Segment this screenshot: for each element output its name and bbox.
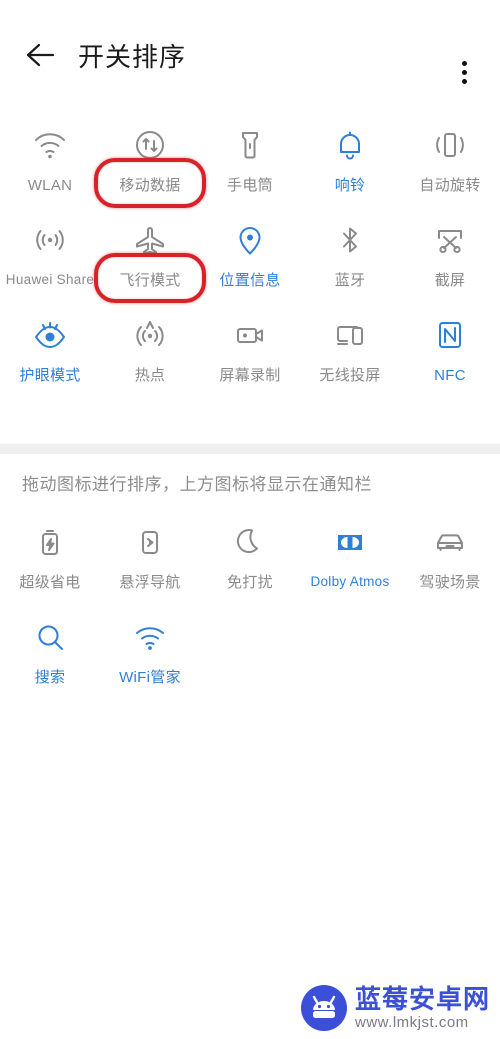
switch-item[interactable]: WiFi管家	[100, 610, 200, 705]
switch-item[interactable]: 无线投屏	[300, 308, 400, 403]
switch-label: 热点	[134, 367, 166, 384]
more-vertical-icon	[461, 60, 467, 84]
switch-label: 自动旋转	[419, 177, 481, 194]
battery-saver-icon	[30, 519, 70, 565]
switch-label: 无线投屏	[319, 367, 381, 384]
switch-label: 蓝牙	[334, 272, 366, 289]
screenshot-icon	[430, 217, 470, 263]
switch-label: 超级省电	[19, 574, 81, 591]
auto-rotate-icon	[430, 122, 470, 168]
wifi-icon	[30, 122, 70, 168]
switch-item[interactable]: 屏幕录制	[200, 308, 300, 403]
switch-item[interactable]: 截屏	[400, 213, 500, 308]
switch-item[interactable]: 免打扰	[200, 515, 300, 610]
eye-comfort-icon	[30, 312, 70, 358]
switch-item[interactable]: 响铃	[300, 118, 400, 213]
switch-label: 悬浮导航	[119, 574, 181, 591]
nfc-icon	[430, 312, 470, 358]
android-robot-icon	[300, 985, 347, 1031]
bluetooth-icon	[330, 217, 370, 263]
watermark-url: www.lmkjst.com	[354, 1014, 469, 1031]
section-divider	[0, 443, 500, 454]
more-options-button[interactable]	[442, 50, 486, 94]
switch-item[interactable]: 移动数据	[94, 118, 206, 213]
watermark: 蓝莓安卓网 www.lmkjst.com	[300, 984, 490, 1031]
screen-record-icon	[230, 312, 270, 358]
huawei-share-icon	[30, 217, 70, 263]
switch-label: 搜索	[34, 669, 66, 686]
switch-label: 响铃	[334, 177, 366, 194]
hint-text: 拖动图标进行排序，上方图标将显示在通知栏	[22, 475, 372, 494]
switch-label: 飞行模式	[119, 272, 181, 289]
switch-item[interactable]: Huawei Share	[0, 213, 100, 308]
switch-label: 截屏	[434, 272, 466, 289]
app-bar: 开关排序	[0, 0, 500, 110]
page-title: 开关排序	[78, 41, 187, 72]
switch-item[interactable]: NFC	[400, 308, 500, 403]
switch-label: Huawei Share	[5, 272, 95, 287]
switch-label: 免打扰	[227, 574, 273, 591]
switch-label: 护眼模式	[19, 367, 81, 384]
dolby-icon	[330, 519, 370, 565]
switch-item[interactable]: 驾驶场景	[400, 515, 500, 610]
switch-item[interactable]: 超级省电	[0, 515, 100, 610]
switch-label: 驾驶场景	[419, 574, 481, 591]
bell-icon	[330, 122, 370, 168]
switch-item[interactable]: 飞行模式	[94, 213, 206, 308]
switch-item[interactable]: 位置信息	[200, 213, 300, 308]
car-icon	[430, 519, 470, 565]
switch-label: 移动数据	[119, 177, 181, 194]
notification-switch-grid: WLAN 移动数据 手电筒 响铃 自动旋转 Huawei Share 飞行模式 …	[0, 118, 500, 403]
switch-label: Dolby Atmos	[310, 574, 390, 589]
switch-label: 屏幕录制	[219, 367, 281, 384]
switch-label: 位置信息	[219, 272, 281, 289]
floating-nav-icon	[130, 519, 170, 565]
flashlight-icon	[230, 122, 270, 168]
switch-item[interactable]: 护眼模式	[0, 308, 100, 403]
mobile-data-icon	[130, 122, 170, 168]
watermark-title: 蓝莓安卓网	[354, 984, 490, 1014]
switch-item[interactable]: 自动旋转	[400, 118, 500, 213]
switch-item[interactable]: 蓝牙	[300, 213, 400, 308]
switch-label: WiFi管家	[119, 669, 181, 686]
search-icon	[30, 614, 70, 660]
switch-label: WLAN	[27, 177, 73, 194]
switch-item[interactable]: 悬浮导航	[100, 515, 200, 610]
switch-item[interactable]: Dolby Atmos	[300, 515, 400, 610]
arrow-left-icon	[25, 40, 59, 70]
cast-icon	[330, 312, 370, 358]
wifi-manager-icon	[130, 614, 170, 660]
hidden-switch-grid: 超级省电 悬浮导航 免打扰 Dolby Atmos 驾驶场景 搜索 WiFi管家	[0, 515, 500, 705]
switch-item[interactable]: 热点	[100, 308, 200, 403]
switch-item[interactable]: 搜索	[0, 610, 100, 705]
switch-item[interactable]: WLAN	[0, 118, 100, 213]
back-button[interactable]	[16, 29, 68, 81]
airplane-icon	[130, 217, 170, 263]
moon-icon	[230, 519, 270, 565]
switch-item[interactable]: 手电筒	[200, 118, 300, 213]
hotspot-icon	[130, 312, 170, 358]
switch-label: 手电筒	[227, 177, 273, 194]
switch-label: NFC	[434, 367, 466, 384]
location-pin-icon	[230, 217, 270, 263]
